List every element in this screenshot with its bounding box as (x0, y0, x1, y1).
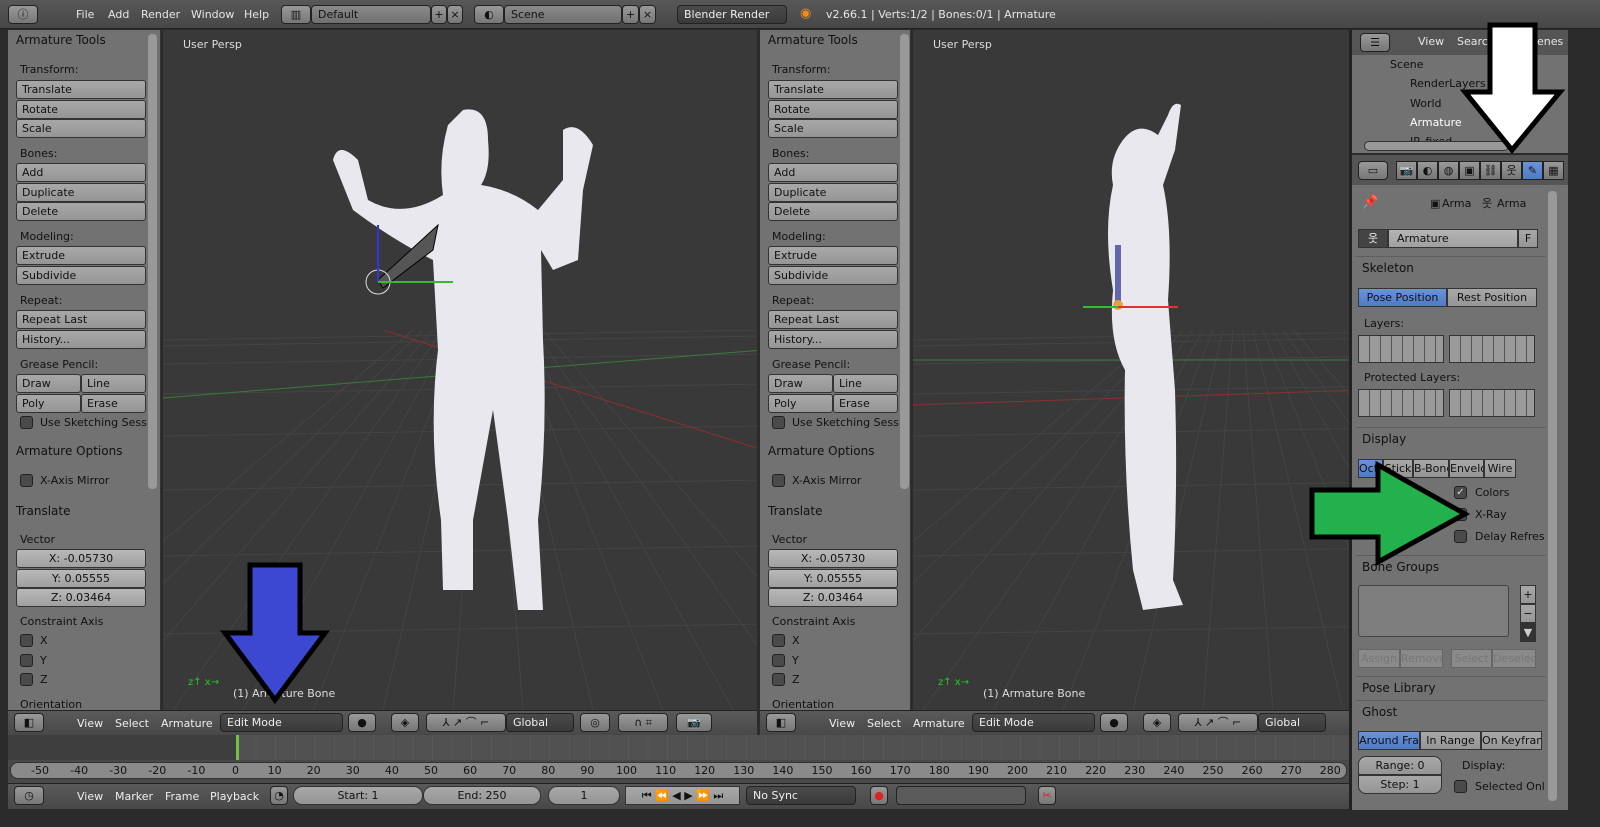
annotation-layer (220, 22, 1566, 705)
white-arrow-icon (1459, 22, 1566, 154)
blue-arrow-icon (220, 562, 330, 705)
green-arrow-icon (1309, 460, 1471, 567)
